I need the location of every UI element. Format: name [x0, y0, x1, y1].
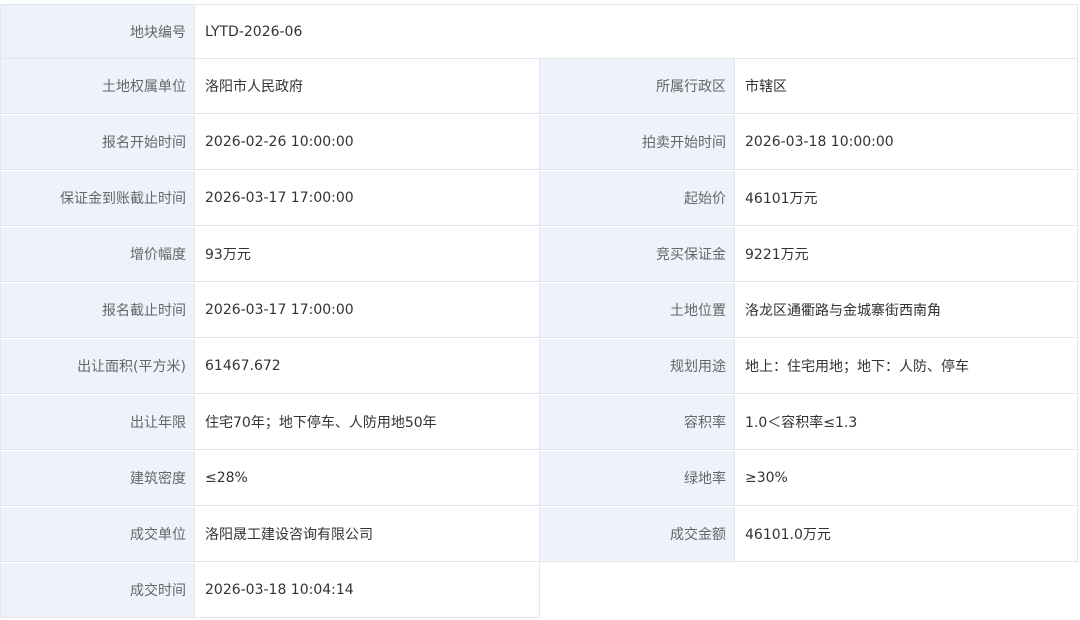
district-label: 所属行政区	[540, 59, 735, 114]
plot-ratio-label: 容积率	[540, 395, 735, 450]
planned-use-label: 规划用途	[540, 339, 735, 394]
transfer-term-label: 出让年限	[0, 395, 195, 450]
district-value: 市辖区	[735, 59, 1078, 114]
transaction-time-label: 成交时间	[0, 563, 195, 618]
registration-deadline-value: 2026-03-17 17:00:00	[195, 283, 540, 338]
transfer-area-label: 出让面积(平方米)	[0, 339, 195, 394]
green-ratio-value: ≥30%	[735, 451, 1078, 506]
bid-increment-label: 增价幅度	[0, 227, 195, 282]
table-row: 出让年限 住宅70年；地下停车、人防用地50年 容积率 1.0＜容积率≤1.3	[0, 395, 1078, 450]
bid-deposit-value: 9221万元	[735, 227, 1078, 282]
plot-ratio-value: 1.0＜容积率≤1.3	[735, 395, 1078, 450]
winning-bidder-label: 成交单位	[0, 507, 195, 562]
starting-price-label: 起始价	[540, 171, 735, 226]
transaction-amount-value: 46101.0万元	[735, 507, 1078, 562]
planned-use-value: 地上：住宅用地；地下：人防、停车	[735, 339, 1078, 394]
building-density-label: 建筑密度	[0, 451, 195, 506]
deposit-deadline-label: 保证金到账截止时间	[0, 171, 195, 226]
table-row: 地块编号 LYTD-2026-06	[0, 4, 1078, 59]
bid-increment-value: 93万元	[195, 227, 540, 282]
bid-deposit-label: 竞买保证金	[540, 227, 735, 282]
transaction-amount-label: 成交金额	[540, 507, 735, 562]
transfer-term-value: 住宅70年；地下停车、人防用地50年	[195, 395, 540, 450]
land-owner-label: 土地权属单位	[0, 59, 195, 114]
registration-deadline-label: 报名截止时间	[0, 283, 195, 338]
table-row: 建筑密度 ≤28% 绿地率 ≥30%	[0, 451, 1078, 506]
table-row: 报名开始时间 2026-02-26 10:00:00 拍卖开始时间 2026-0…	[0, 115, 1078, 170]
plot-number-value: LYTD-2026-06	[195, 4, 1078, 59]
table-row: 增价幅度 93万元 竞买保证金 9221万元	[0, 227, 1078, 282]
table-row: 成交时间 2026-03-18 10:04:14	[0, 563, 540, 618]
auction-start-value: 2026-03-18 10:00:00	[735, 115, 1078, 170]
auction-start-label: 拍卖开始时间	[540, 115, 735, 170]
land-location-label: 土地位置	[540, 283, 735, 338]
building-density-value: ≤28%	[195, 451, 540, 506]
table-row: 土地权属单位 洛阳市人民政府 所属行政区 市辖区	[0, 59, 1078, 114]
table-row: 报名截止时间 2026-03-17 17:00:00 土地位置 洛龙区通衢路与金…	[0, 283, 1078, 338]
starting-price-value: 46101万元	[735, 171, 1078, 226]
plot-number-label: 地块编号	[0, 4, 195, 59]
land-location-value: 洛龙区通衢路与金城寨街西南角	[735, 283, 1078, 338]
deposit-deadline-value: 2026-03-17 17:00:00	[195, 171, 540, 226]
winning-bidder-value: 洛阳晟工建设咨询有限公司	[195, 507, 540, 562]
land-auction-info-table: 地块编号 LYTD-2026-06 土地权属单位 洛阳市人民政府 所属行政区 市…	[0, 0, 1080, 620]
transfer-area-value: 61467.672	[195, 339, 540, 394]
land-owner-value: 洛阳市人民政府	[195, 59, 540, 114]
registration-start-value: 2026-02-26 10:00:00	[195, 115, 540, 170]
transaction-time-value: 2026-03-18 10:04:14	[195, 563, 540, 618]
table-row: 出让面积(平方米) 61467.672 规划用途 地上：住宅用地；地下：人防、停…	[0, 339, 1078, 394]
registration-start-label: 报名开始时间	[0, 115, 195, 170]
table-row: 保证金到账截止时间 2026-03-17 17:00:00 起始价 46101万…	[0, 171, 1078, 226]
table-row: 成交单位 洛阳晟工建设咨询有限公司 成交金额 46101.0万元	[0, 507, 1078, 562]
green-ratio-label: 绿地率	[540, 451, 735, 506]
